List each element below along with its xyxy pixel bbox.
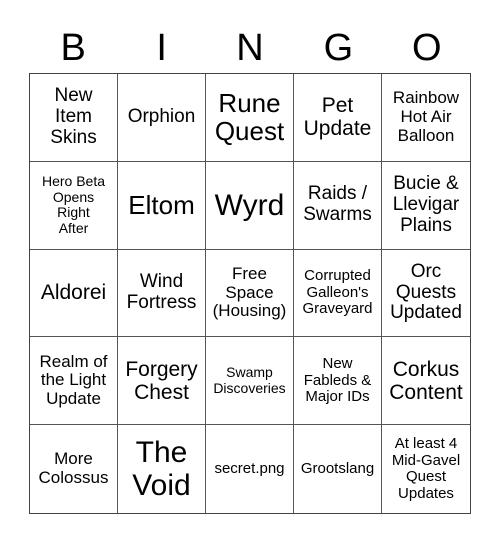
bingo-cell[interactable]: More Colossus — [30, 425, 118, 513]
cell-text: Raids / Swarms — [303, 183, 372, 226]
cell-text: The Void — [132, 436, 191, 503]
bingo-cell[interactable]: Rainbow Hot Air Balloon — [382, 74, 470, 162]
cell-text: Free Space (Housing) — [212, 263, 287, 321]
cell-text: New Fableds & Major IDs — [303, 355, 372, 406]
cell-text: New Item Skins — [50, 85, 97, 148]
bingo-cell[interactable]: Corkus Content — [382, 337, 470, 426]
bingo-cell[interactable]: Grootslang — [294, 425, 382, 513]
header-letter-b: B — [60, 27, 86, 69]
bingo-cell[interactable]: Swamp Discoveries — [206, 337, 294, 426]
bingo-cell[interactable]: Rune Quest — [206, 74, 294, 162]
cell-text: Rune Quest — [214, 87, 285, 147]
bingo-cell[interactable]: New Fableds & Major IDs — [294, 337, 382, 426]
cell-text: Wyrd — [214, 188, 285, 222]
bingo-grid: New Item Skins Orphion Rune Quest Pet Up… — [29, 73, 471, 514]
bingo-cell[interactable]: Wind Fortress — [118, 249, 206, 338]
bingo-cell[interactable]: The Void — [118, 425, 206, 513]
bingo-cell[interactable]: Wyrd — [206, 161, 294, 250]
bingo-cell[interactable]: Pet Update — [294, 74, 382, 162]
bingo-cell[interactable]: Raids / Swarms — [294, 161, 382, 250]
header-letter-g: G — [323, 27, 354, 69]
bingo-cell[interactable]: Aldorei — [30, 249, 118, 338]
cell-text: Corkus Content — [389, 357, 463, 404]
header-letter-n: N — [236, 27, 264, 69]
cell-text: Pet Update — [303, 94, 372, 141]
cell-text: Eltom — [128, 189, 195, 220]
free-space-cell[interactable]: Free Space (Housing) — [206, 249, 294, 338]
bingo-cell[interactable]: Bucie & Llevigar Plains — [382, 162, 470, 250]
cell-text: Realm of the Light Update — [39, 351, 108, 409]
bingo-cell[interactable]: Eltom — [118, 161, 206, 250]
cell-text: At least 4 Mid-Gavel Quest Updates — [391, 435, 461, 502]
bingo-header: B I N G O — [29, 24, 471, 72]
cell-text: More Colossus — [38, 449, 109, 488]
cell-text: Rainbow Hot Air Balloon — [392, 88, 460, 145]
bingo-cell[interactable]: Orphion — [118, 74, 206, 162]
cell-text: Swamp Discoveries — [213, 364, 286, 396]
cell-text: Wind Fortress — [126, 271, 197, 313]
cell-text: Orc Quests Updated — [390, 260, 462, 324]
bingo-cell[interactable]: At least 4 Mid-Gavel Quest Updates — [382, 425, 470, 513]
bingo-cell[interactable]: Corrupted Galleon's Graveyard — [294, 249, 382, 338]
cell-text: Grootslang — [300, 459, 375, 477]
bingo-cell[interactable]: secret.png — [206, 425, 294, 513]
cell-text: Bucie & Llevigar Plains — [392, 172, 460, 236]
bingo-cell[interactable]: Hero Beta Opens Right After — [30, 161, 118, 250]
bingo-cell[interactable]: Realm of the Light Update — [30, 337, 118, 426]
header-letter-o: O — [412, 27, 442, 69]
bingo-cell[interactable]: Forgery Chest — [118, 337, 206, 426]
header-letter-i: I — [156, 27, 167, 69]
cell-text: Corrupted Galleon's Graveyard — [302, 267, 373, 318]
cell-text: Aldorei — [40, 281, 107, 305]
bingo-cell[interactable]: Orc Quests Updated — [382, 250, 470, 338]
cell-text: Orphion — [127, 105, 196, 127]
bingo-cell[interactable]: New Item Skins — [30, 74, 118, 162]
cell-text: Forgery Chest — [125, 357, 198, 404]
cell-text: secret.png — [214, 459, 285, 477]
cell-text: Hero Beta Opens Right After — [41, 173, 106, 236]
